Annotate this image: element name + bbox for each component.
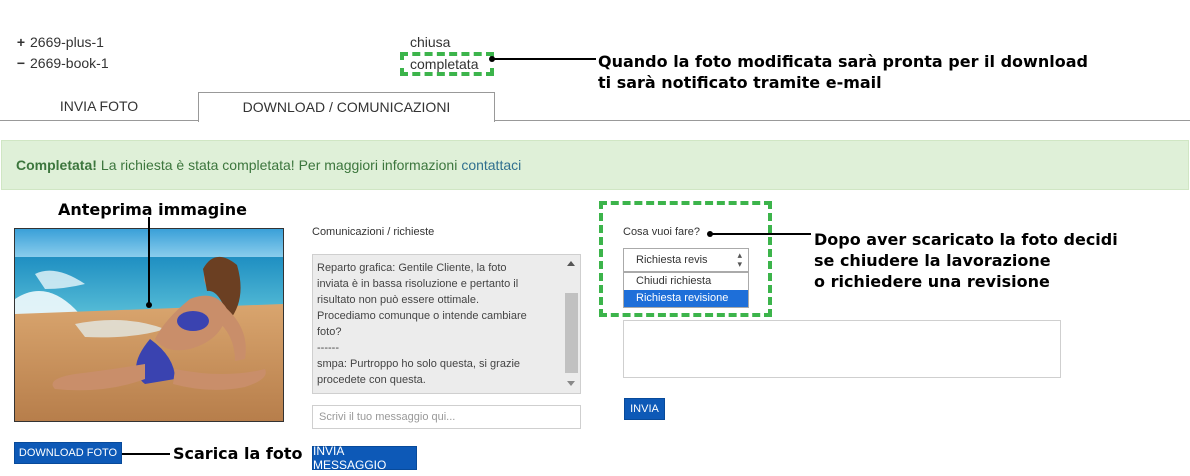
action-dropdown[interactable]: Chiudi richiesta Richiesta revisione bbox=[623, 272, 749, 308]
option-revision-request[interactable]: Richiesta revisione bbox=[624, 290, 748, 307]
callout-dot bbox=[146, 302, 152, 308]
communications-textarea[interactable]: Reparto grafica: Gentile Cliente, la fot… bbox=[312, 254, 581, 394]
status-completed: completata bbox=[410, 56, 479, 72]
send-button[interactable]: INVIA bbox=[624, 398, 665, 420]
callout-top: Quando la foto modificata sarà pronta pe… bbox=[598, 52, 1088, 92]
notes-textarea[interactable] bbox=[623, 320, 1061, 378]
scrollbar[interactable] bbox=[563, 255, 580, 393]
order-label: 2669-book-1 bbox=[30, 55, 109, 71]
tab-download-comunicazioni[interactable]: DOWNLOAD / COMUNICAZIONI bbox=[198, 92, 495, 122]
download-photo-button[interactable]: DOWNLOAD FOTO bbox=[14, 442, 122, 464]
message-input[interactable]: Scrivi il tuo messaggio qui... bbox=[312, 405, 581, 429]
success-alert: Completata! La richiesta è stata complet… bbox=[1, 140, 1189, 190]
communications-label: Comunicazioni / richieste bbox=[312, 226, 435, 238]
callout-line bbox=[492, 58, 596, 60]
alert-text: La richiesta è stata completata! Per mag… bbox=[100, 157, 458, 173]
messages-log: Reparto grafica: Gentile Cliente, la fot… bbox=[317, 262, 527, 386]
callout-line-action bbox=[711, 233, 811, 235]
status-closed: chiusa bbox=[410, 34, 451, 50]
expand-icon[interactable]: + bbox=[14, 34, 28, 50]
callout-preview: Anteprima immagine bbox=[58, 200, 247, 219]
alert-strong: Completata! bbox=[16, 157, 97, 173]
scroll-up-icon[interactable] bbox=[567, 261, 575, 266]
contact-link[interactable]: contattaci bbox=[461, 157, 521, 173]
order-item-book[interactable]: − 2669-book-1 bbox=[14, 55, 109, 71]
order-item-plus[interactable]: + 2669-plus-1 bbox=[14, 34, 104, 50]
callout-decide: Dopo aver scaricato la foto decidi se ch… bbox=[814, 230, 1118, 291]
callout-line-download bbox=[122, 453, 170, 455]
collapse-icon[interactable]: − bbox=[14, 55, 28, 71]
select-arrows-icon: ▴ ▾ bbox=[737, 250, 742, 269]
tab-baseline bbox=[0, 120, 1190, 121]
scroll-down-icon[interactable] bbox=[567, 381, 575, 386]
callout-line-preview bbox=[148, 217, 150, 307]
tab-invia-foto[interactable]: INVIA FOTO bbox=[14, 92, 184, 120]
action-select-value: Richiesta revis bbox=[636, 254, 708, 266]
callout-download: Scarica la foto bbox=[173, 444, 303, 463]
option-close-request[interactable]: Chiudi richiesta bbox=[624, 273, 748, 290]
send-message-button[interactable]: INVIA MESSAGGIO bbox=[312, 444, 417, 472]
action-label: Cosa vuoi fare? bbox=[623, 226, 701, 238]
order-label: 2669-plus-1 bbox=[30, 34, 104, 50]
scrollbar-thumb[interactable] bbox=[565, 293, 578, 373]
action-select[interactable]: Richiesta revis ▴ ▾ bbox=[623, 248, 749, 272]
